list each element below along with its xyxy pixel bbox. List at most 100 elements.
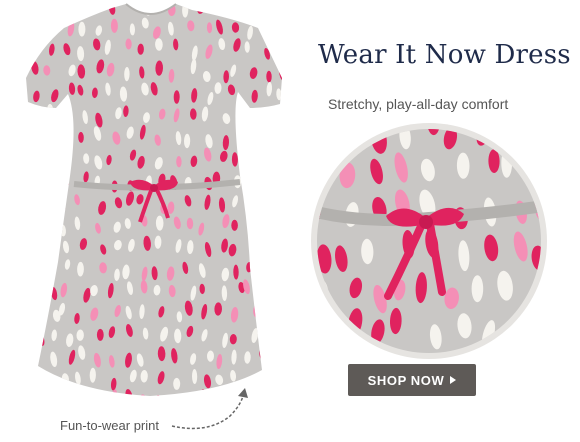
print-dot bbox=[259, 4, 265, 10]
print-dot bbox=[264, 156, 272, 167]
print-dot bbox=[16, 215, 22, 228]
print-dot bbox=[275, 41, 282, 53]
print-dot bbox=[289, 191, 297, 205]
print-dot bbox=[14, 114, 21, 126]
print-dot bbox=[260, 114, 268, 128]
shop-now-button[interactable]: SHOP NOW bbox=[348, 364, 476, 396]
print-dot bbox=[26, 240, 28, 256]
print-dot bbox=[29, 372, 37, 387]
print-dot bbox=[275, 218, 282, 234]
print-dot bbox=[35, 153, 42, 169]
print-dot bbox=[96, 328, 104, 341]
print-dot bbox=[280, 394, 282, 396]
print-dot bbox=[2, 48, 9, 61]
print-dot bbox=[427, 359, 443, 362]
print-dot bbox=[295, 170, 300, 184]
print-dot bbox=[264, 18, 271, 31]
print-dot bbox=[274, 285, 282, 299]
print-dot bbox=[267, 237, 273, 252]
print-dot bbox=[275, 20, 282, 36]
product-subtitle: Stretchy, play-all-day comfort bbox=[328, 96, 509, 112]
print-dot bbox=[48, 126, 55, 142]
print-dot bbox=[294, 397, 300, 410]
print-dot bbox=[261, 287, 268, 301]
print-dot bbox=[237, 131, 246, 145]
print-dot bbox=[90, 392, 98, 396]
print-dot bbox=[12, 257, 22, 272]
fabric-zoom-image bbox=[311, 123, 550, 362]
print-dot bbox=[277, 194, 282, 208]
print-dot bbox=[510, 129, 524, 153]
print-dot bbox=[280, 127, 282, 140]
print-dot bbox=[317, 314, 328, 337]
print-dot bbox=[0, 290, 6, 301]
print-dot bbox=[244, 106, 250, 120]
print-dot bbox=[26, 92, 28, 104]
print-dot bbox=[299, 151, 300, 163]
promo-card: Wear It Now Dress Stretchy, play-all-day… bbox=[0, 0, 580, 442]
print-dot bbox=[17, 62, 26, 78]
print-dot bbox=[291, 46, 299, 60]
print-dot bbox=[319, 355, 336, 362]
print-dot bbox=[30, 258, 38, 273]
print-dot bbox=[154, 4, 160, 10]
print-dot bbox=[250, 217, 256, 229]
print-dot bbox=[14, 154, 22, 170]
print-dot bbox=[276, 301, 282, 318]
print-dot bbox=[31, 4, 39, 8]
print-dot bbox=[15, 0, 24, 12]
print-dot bbox=[29, 391, 38, 396]
print-dot bbox=[66, 149, 72, 163]
print-dot bbox=[0, 25, 7, 39]
print-dot bbox=[294, 134, 300, 148]
print-dot bbox=[13, 329, 19, 344]
print-dot bbox=[340, 129, 356, 136]
print-dot bbox=[275, 5, 282, 16]
print-dot bbox=[6, 374, 14, 388]
print-dot bbox=[539, 164, 550, 192]
print-dot bbox=[37, 172, 45, 184]
print-dot bbox=[282, 327, 292, 342]
dress-body bbox=[26, 4, 282, 396]
print-dot bbox=[46, 4, 53, 11]
print-dot bbox=[245, 135, 252, 147]
print-dot bbox=[371, 356, 391, 362]
print-dot bbox=[297, 20, 300, 32]
print-dot bbox=[294, 368, 300, 382]
print-dot bbox=[30, 245, 39, 261]
print-dot bbox=[26, 43, 29, 58]
print-dot bbox=[259, 222, 266, 238]
print-dot bbox=[478, 353, 492, 362]
print-dot bbox=[48, 18, 55, 34]
print-dot bbox=[155, 395, 163, 396]
curved-arrow-icon bbox=[171, 388, 248, 430]
print-dot bbox=[532, 129, 541, 148]
print-dot bbox=[263, 304, 271, 319]
print-dot bbox=[0, 169, 6, 184]
print-dot bbox=[12, 376, 20, 391]
print-dot bbox=[1, 396, 9, 408]
print-dot bbox=[38, 22, 45, 35]
print-dot bbox=[281, 348, 282, 361]
print-dot bbox=[78, 21, 86, 37]
print-dot bbox=[294, 105, 300, 117]
print-dot bbox=[268, 195, 276, 208]
print-dot bbox=[0, 90, 8, 106]
print-dot bbox=[30, 348, 38, 362]
print-dot bbox=[28, 285, 36, 296]
print-dot bbox=[0, 126, 8, 141]
print-dot bbox=[83, 391, 91, 396]
print-dot bbox=[12, 25, 19, 36]
print-dot bbox=[297, 287, 300, 302]
print-dot bbox=[246, 199, 255, 214]
print-dot bbox=[290, 221, 296, 235]
dress-image[interactable] bbox=[0, 0, 300, 442]
print-dot bbox=[294, 87, 300, 100]
print-dot bbox=[229, 4, 235, 19]
print-dot bbox=[269, 367, 275, 382]
print-dot bbox=[95, 4, 104, 13]
print-dot bbox=[52, 172, 60, 186]
print-dot bbox=[65, 393, 72, 396]
print-dot bbox=[251, 179, 257, 193]
print-dot bbox=[294, 303, 300, 315]
